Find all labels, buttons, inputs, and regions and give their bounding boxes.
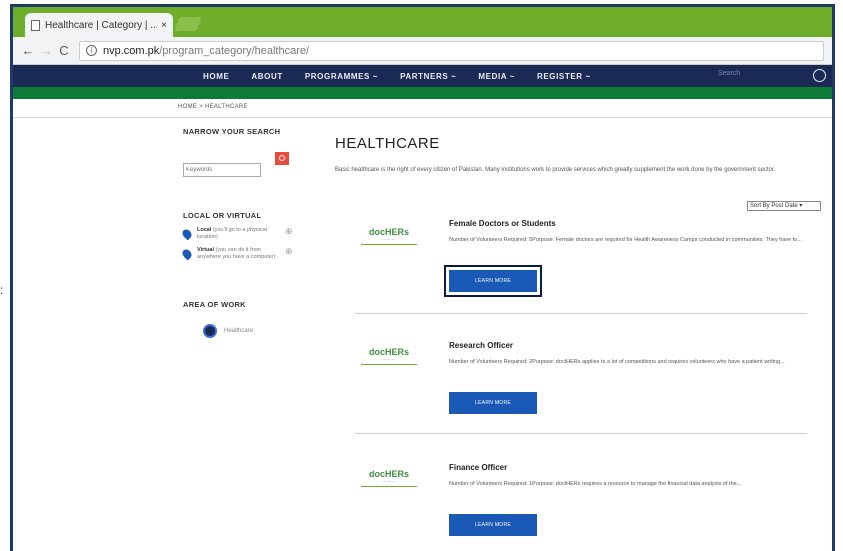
search-icon[interactable] (813, 69, 826, 82)
logo-underline (361, 364, 417, 365)
filter-local[interactable]: Local (you'll go to a physical location)… (180, 227, 293, 241)
keywords-input[interactable] (183, 163, 261, 177)
back-icon[interactable]: ← (19, 43, 37, 58)
dochers-logo: docHERs — — — (361, 227, 417, 245)
tab-strip: Healthcare | Category | ... × (13, 7, 832, 37)
learn-more-button[interactable]: LEARN MORE (444, 265, 542, 297)
area-of-work-heading: AREA OF WORK (183, 300, 246, 309)
forward-icon[interactable]: → (37, 43, 55, 58)
keyword-search-button[interactable] (275, 152, 289, 165)
filter-virtual-title: Virtual (197, 247, 215, 253)
url-host: nvp.com.pk (103, 44, 160, 57)
address-bar: ← → C i nvp.com.pk/program_category/heal… (13, 37, 832, 65)
nav-media[interactable]: MEDIA ~ (478, 72, 515, 81)
nav-register[interactable]: REGISTER ~ (537, 72, 591, 81)
laptop-icon (180, 247, 194, 261)
learn-more-button[interactable]: LEARN MORE (449, 514, 537, 536)
add-filter-icon[interactable]: ⊕ (285, 247, 293, 261)
job-separator (355, 433, 807, 434)
dochers-logo: docHERs — — — (361, 469, 417, 487)
filter-virtual[interactable]: Virtual (you can do it from anywhere you… (180, 247, 293, 261)
info-icon[interactable]: i (86, 45, 97, 56)
browser-tab[interactable]: Healthcare | Category | ... × (25, 13, 173, 37)
logo-tagline: — — — (382, 479, 396, 483)
job-title[interactable]: Finance Officer (449, 463, 507, 472)
reload-icon[interactable]: C (55, 43, 73, 58)
logo-tagline: — — — (382, 357, 396, 361)
nav-programmes[interactable]: PROGRAMMES ~ (305, 72, 378, 81)
logo-text: docHERs (368, 469, 409, 479)
filter-local-title: Local (197, 227, 212, 233)
page-description: Basic healthcare is the right of every c… (335, 167, 776, 173)
url-path: /program_category/healthcare/ (159, 44, 310, 57)
job-title[interactable]: Female Doctors or Students (449, 219, 556, 228)
divider (13, 117, 832, 118)
page-icon (31, 19, 40, 31)
sort-select[interactable]: Sort By Post Date ▾ (747, 201, 821, 211)
area-healthcare[interactable]: Healthcare (203, 324, 253, 338)
add-filter-icon[interactable]: ⊕ (285, 227, 293, 241)
site-search-input[interactable]: Search (718, 70, 798, 77)
job-description: Number of Volunteers Required: 2Purpose:… (449, 359, 785, 365)
url-input[interactable]: i nvp.com.pk/program_category/healthcare… (79, 40, 824, 61)
page-edge-mark: : (0, 283, 4, 297)
narrow-search-heading: NARROW YOUR SEARCH (183, 127, 281, 136)
nav-home[interactable]: HOME (203, 72, 229, 81)
tab-title: Healthcare | Category | ... (45, 19, 158, 31)
healthcare-icon (203, 324, 217, 338)
sidebar: NARROW YOUR SEARCH LOCAL OR VIRTUAL Loca… (180, 127, 313, 338)
site-navigation: HOME ABOUT PROGRAMMES ~ PARTNERS ~ MEDIA… (13, 65, 832, 87)
logo-text: docHERs (368, 227, 409, 237)
job-description: Number of Volunteers Required: 5Purpose:… (449, 237, 802, 243)
page-title: HEALTHCARE (335, 135, 440, 152)
area-healthcare-label: Healthcare (224, 328, 254, 334)
browser-window: Healthcare | Category | ... × ← → C i nv… (10, 4, 835, 551)
close-tab-icon[interactable]: × (161, 20, 167, 31)
accent-bar (13, 87, 832, 99)
logo-underline (361, 486, 417, 487)
nav-about[interactable]: ABOUT (251, 72, 282, 81)
main-content: HEALTHCARE Basic healthcare is the right… (335, 135, 821, 536)
learn-more-button[interactable]: LEARN MORE (449, 392, 537, 414)
job-separator (355, 313, 807, 314)
logo-text: docHERs (368, 347, 409, 357)
logo-tagline: — — — (382, 237, 396, 241)
job-description: Number of Volunteers Required: 1Purpose:… (449, 481, 742, 487)
local-virtual-heading: LOCAL OR VIRTUAL (183, 211, 262, 220)
job-title[interactable]: Research Officer (449, 341, 513, 350)
breadcrumb[interactable]: HOME > HEALTHCARE (178, 104, 248, 110)
logo-underline (361, 244, 417, 245)
location-pin-icon (180, 227, 194, 241)
dochers-logo: docHERs — — — (361, 347, 417, 365)
new-tab-button[interactable] (174, 17, 202, 31)
nav-partners[interactable]: PARTNERS ~ (400, 72, 456, 81)
